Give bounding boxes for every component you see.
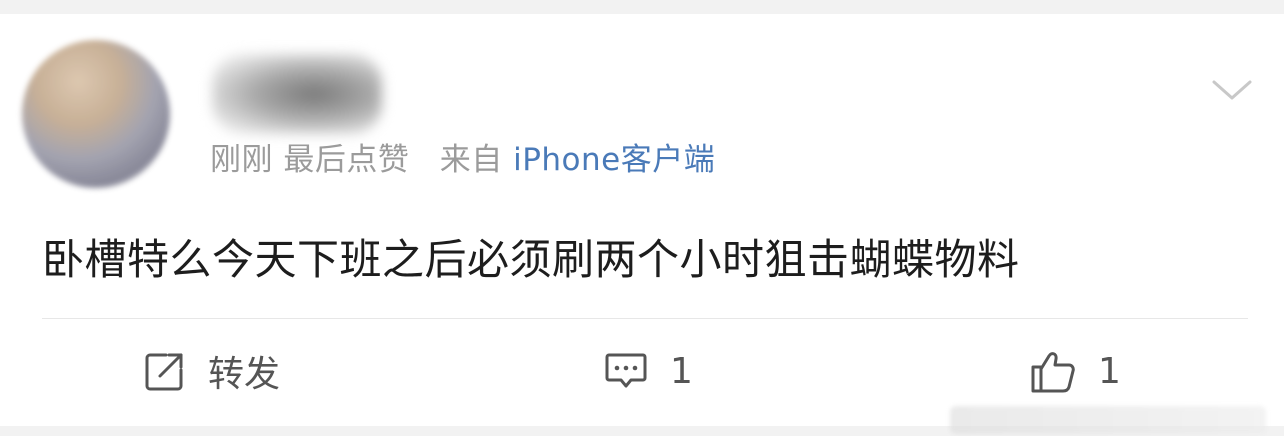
post-meta: 刚刚 最后点赞 来自 iPhone客户端	[210, 134, 715, 179]
divider	[42, 318, 1248, 319]
thumbs-up-icon	[1031, 352, 1075, 393]
chevron-down-icon[interactable]	[1210, 76, 1254, 104]
liked-status: 最后点赞	[283, 142, 410, 178]
username-redaction	[212, 54, 382, 134]
repost-button[interactable]: 转发	[144, 346, 280, 396]
comment-count: 1	[670, 350, 693, 392]
like-count: 1	[1098, 350, 1121, 392]
comment-icon	[605, 353, 647, 388]
comment-button[interactable]: 1	[604, 346, 693, 396]
watermark-redaction	[950, 406, 1266, 434]
repost-label: 转发	[208, 354, 281, 395]
post-text: 卧槽特么今天下班之后必须刷两个小时狙击蝴蝶物料	[42, 235, 1020, 284]
repost-icon	[145, 353, 183, 391]
source-link[interactable]: iPhone客户端	[513, 142, 715, 178]
source-prefix: 来自	[439, 142, 503, 178]
post-card: 刚刚 最后点赞 来自 iPhone客户端 卧槽特么今天下班之后必须刷两个小时狙击…	[0, 14, 1284, 434]
avatar[interactable]	[22, 40, 170, 188]
like-button[interactable]: 1	[1030, 346, 1121, 396]
post-time: 刚刚	[210, 142, 273, 178]
